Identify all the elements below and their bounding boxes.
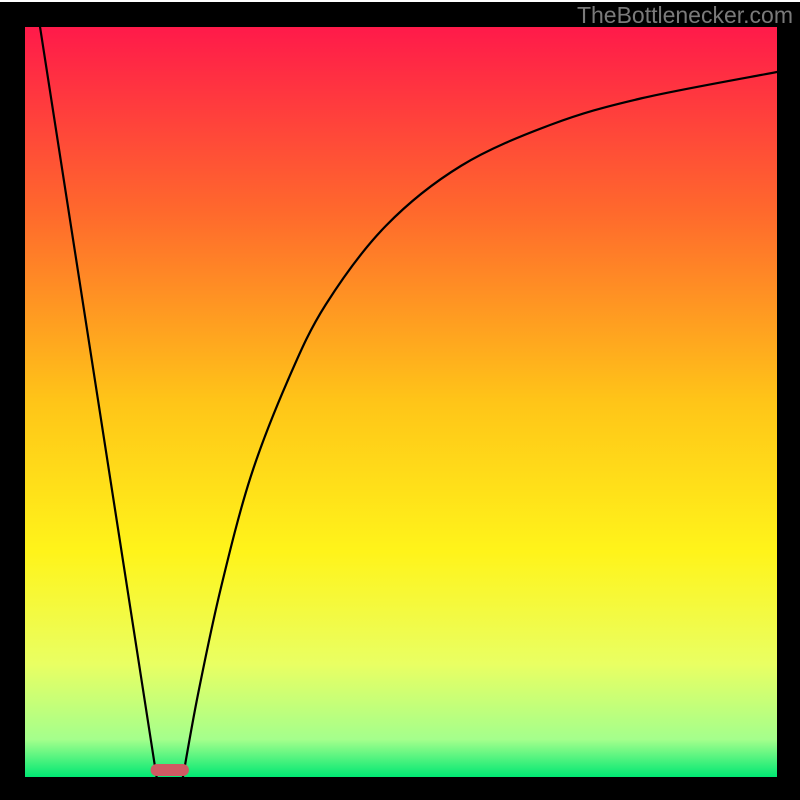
- chart-svg: TheBottlenecker.com: [0, 0, 800, 800]
- bottleneck-chart: TheBottlenecker.com: [0, 0, 800, 800]
- plot-background: [25, 27, 777, 777]
- watermark-text: TheBottlenecker.com: [577, 2, 793, 28]
